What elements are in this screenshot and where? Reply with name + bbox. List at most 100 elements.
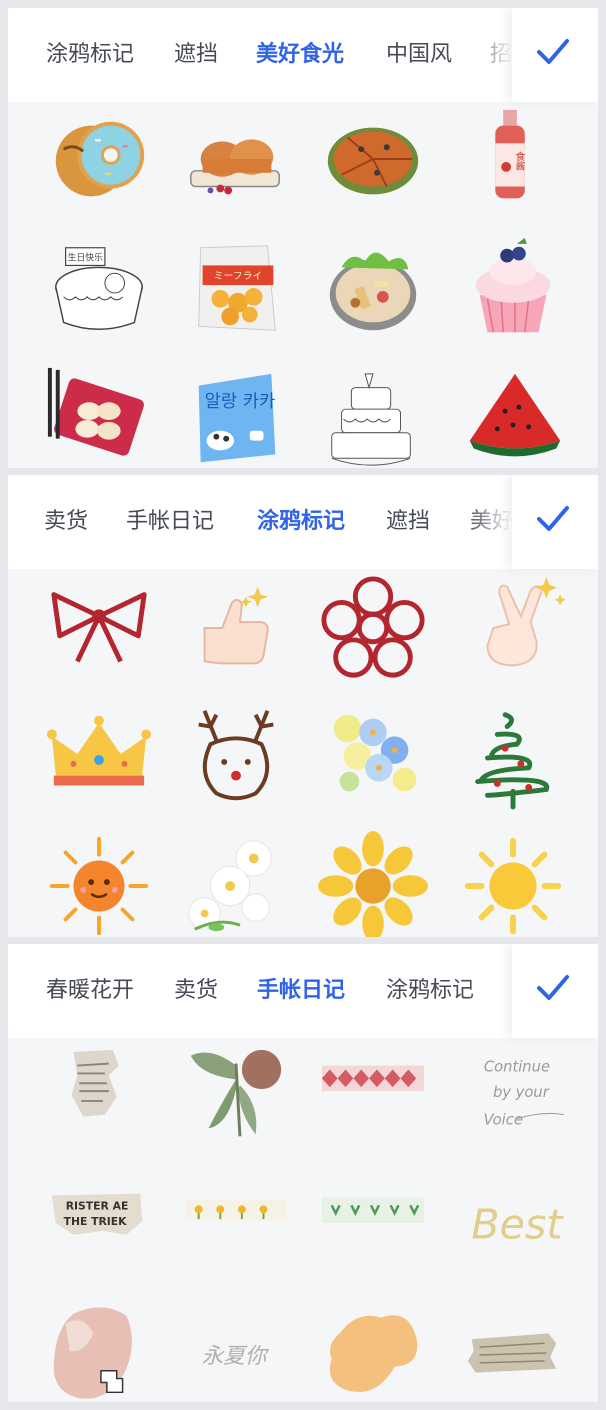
category-tab[interactable]: 涂鸦标记 — [46, 8, 134, 102]
cupcake-icon — [475, 237, 551, 333]
reindeer-doodle-icon — [198, 710, 274, 801]
sticker-text: by your — [493, 1084, 550, 1101]
sticker-item[interactable]: 알랑 카카 — [163, 360, 310, 468]
sticker-item[interactable]: Best — [440, 1166, 587, 1294]
category-tab[interactable]: 涂鸦标记 — [257, 475, 345, 569]
toast-board-icon — [190, 139, 280, 195]
sticker-item[interactable] — [26, 102, 173, 230]
category-tab[interactable]: 中国风 — [386, 8, 452, 102]
sticker-text: RISTER AE — [66, 1199, 129, 1212]
dumpling-plate-icon — [47, 367, 144, 456]
sticker-text: 永夏你 — [202, 1344, 270, 1369]
milk-candy-bag-icon: 알랑 카카 — [198, 373, 276, 463]
sticker-item[interactable] — [300, 827, 447, 937]
category-tab[interactable]: 卖货 — [174, 944, 218, 1038]
crown-icon — [46, 715, 152, 786]
category-tab-bar: 涂鸦标记遮挡美好食光中国风招 — [8, 8, 598, 102]
sticker-item[interactable]: 永夏你 — [163, 1296, 310, 1402]
sticker-item[interactable]: Continue by your Voice — [440, 1038, 587, 1166]
tab-scroll-fade — [468, 8, 512, 102]
victory-hand-icon — [486, 576, 567, 667]
sticker-panel: 卖货手帐日记涂鸦标记遮挡美好 — [8, 475, 598, 937]
category-tab[interactable]: 手帐日记 — [126, 475, 214, 569]
tab-scroll-fade — [468, 944, 512, 1038]
smiling-sun-icon — [49, 836, 149, 936]
sticker-item[interactable] — [300, 569, 447, 697]
orange-blob-icon — [329, 1315, 418, 1392]
category-tab[interactable]: 美好食光 — [256, 8, 344, 102]
sticker-item[interactable] — [440, 360, 587, 468]
confirm-button[interactable] — [512, 8, 598, 102]
sticker-item[interactable] — [300, 697, 447, 825]
sticker-item[interactable] — [26, 569, 173, 697]
handwriting-note-icon: Continue by your Voice — [483, 1058, 565, 1129]
sticker-item[interactable]: 生日快乐 — [26, 230, 173, 358]
tab-scroll-fade — [468, 475, 512, 569]
flower-doodle-icon — [321, 576, 425, 678]
sticker-item[interactable] — [300, 1038, 447, 1166]
category-tab-bar: 春暖花开 卖货 手帐日记 涂鸦标记 — [8, 944, 598, 1038]
donut-icon — [55, 121, 145, 197]
sticker-text: Voice — [483, 1112, 522, 1129]
sticker-item[interactable] — [440, 697, 587, 825]
sticker-item[interactable] — [163, 102, 310, 230]
sticker-item[interactable]: 食酱 — [440, 102, 587, 230]
category-tab[interactable]: 卖货 — [44, 475, 88, 569]
confirm-button[interactable] — [512, 475, 598, 569]
sticker-panel: Continue by your Voice RISTER AE THE TRIEK Be… — [8, 944, 598, 1402]
birthday-cake-sketch-icon: 生日快乐 — [55, 247, 143, 330]
flower-bouquet-icon — [333, 714, 417, 792]
newspaper-headline-scrap-icon: RISTER AE THE TRIEK — [51, 1193, 143, 1235]
snack-bag-icon: ミーフライ — [198, 245, 276, 331]
checkmark-icon — [537, 975, 569, 1000]
sticker-item[interactable] — [300, 1296, 447, 1402]
sticker-item[interactable] — [300, 360, 447, 468]
category-tab[interactable]: 遮挡 — [386, 475, 430, 569]
watermelon-slice-icon — [469, 373, 561, 457]
sticker-item[interactable] — [163, 827, 310, 937]
daisy-cluster-icon — [188, 840, 272, 932]
layer-cake-sketch-icon — [331, 373, 411, 466]
sticker-item[interactable] — [26, 1296, 173, 1402]
sticker-item[interactable] — [26, 697, 173, 825]
sticker-item[interactable] — [300, 102, 447, 230]
sticker-item[interactable] — [440, 1296, 587, 1402]
bright-sun-icon — [464, 837, 562, 935]
sticker-item[interactable] — [300, 1166, 447, 1294]
sticker-text: 食酱 — [513, 150, 525, 172]
sticker-item[interactable]: ミーフライ — [163, 230, 310, 358]
sticker-item[interactable] — [163, 697, 310, 825]
christmas-tree-doodle-icon — [475, 712, 550, 810]
checkmark-icon — [537, 506, 569, 531]
sticker-item[interactable] — [440, 230, 587, 358]
sticker-item[interactable] — [26, 1038, 173, 1166]
sticker-text: 生日快乐 — [68, 252, 103, 264]
sticker-text: Best — [471, 1201, 564, 1249]
sticker-item[interactable] — [440, 569, 587, 697]
category-tab[interactable]: 春暖花开 — [46, 944, 134, 1038]
category-tab[interactable]: 涂鸦标记 — [386, 944, 474, 1038]
sticker-text: ミーフライ — [214, 270, 262, 282]
sunflower-icon — [318, 831, 428, 937]
sticker-text: 알랑 카카 — [205, 391, 276, 412]
sticker-item[interactable] — [163, 569, 310, 697]
thumbs-up-icon — [203, 586, 269, 665]
category-tab[interactable]: 手帐日记 — [257, 944, 345, 1038]
newspaper-scrap-icon — [71, 1049, 119, 1117]
sticker-item[interactable] — [26, 827, 173, 937]
pizza-icon — [327, 127, 419, 195]
sticker-item[interactable] — [440, 827, 587, 937]
flower-tape-icon — [184, 1199, 288, 1222]
confirm-button[interactable] — [512, 944, 598, 1038]
best-script-icon: Best — [471, 1201, 564, 1249]
sticker-item[interactable]: RISTER AE THE TRIEK — [26, 1166, 173, 1294]
calligraphy-text-icon: 永夏你 — [202, 1344, 270, 1369]
checkmark-icon — [537, 39, 569, 64]
sticker-item[interactable] — [163, 1166, 310, 1294]
paper-scrap-icon — [467, 1333, 557, 1373]
category-tab[interactable]: 遮挡 — [174, 8, 218, 102]
sticker-item[interactable] — [300, 230, 447, 358]
sticker-item[interactable] — [163, 1038, 310, 1166]
category-tab-bar: 卖货手帐日记涂鸦标记遮挡美好 — [8, 475, 598, 569]
sticker-item[interactable] — [26, 360, 173, 468]
